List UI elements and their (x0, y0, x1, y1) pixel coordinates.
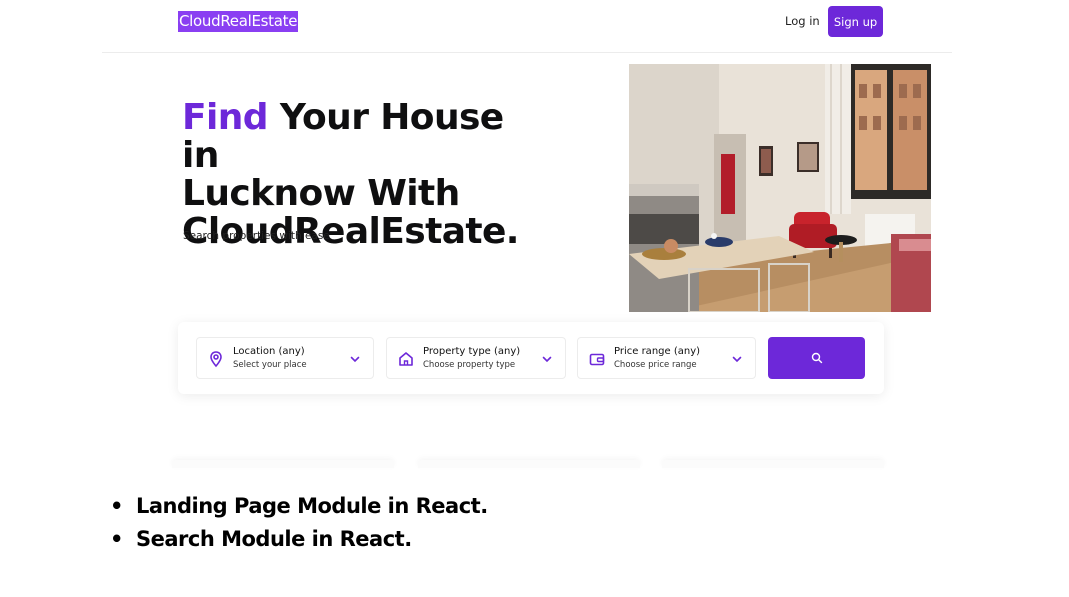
hero-title-accent: Find (182, 97, 269, 138)
bullet-text: Landing Page Module in React. (136, 494, 488, 518)
header-divider (102, 52, 952, 53)
login-link[interactable]: Log in (785, 14, 820, 28)
property-card-peek (662, 460, 884, 468)
slide-bullet-list: • Landing Page Module in React. • Search… (110, 494, 488, 560)
hero-subtitle: Search properties with ease (183, 230, 330, 242)
property-card-peek (418, 460, 640, 468)
property-type-filter-subtitle: Choose property type (423, 360, 516, 370)
chevron-down-icon (350, 356, 360, 363)
search-panel: Location (any) Select your place Propert… (178, 322, 884, 394)
home-icon (399, 352, 413, 366)
hero-title: Find Your House in Lucknow With CloudRea… (182, 99, 542, 251)
chevron-down-icon (542, 356, 552, 363)
hero-image (629, 64, 931, 312)
site-logo[interactable]: CloudRealEstate (178, 11, 299, 32)
location-filter-subtitle: Select your place (233, 360, 307, 370)
property-cards-peek (0, 460, 1069, 470)
price-range-filter-title: Price range (any) (614, 346, 701, 357)
list-item: • Search Module in React. (110, 527, 488, 560)
chevron-down-icon (732, 356, 742, 363)
bullet-text: Search Module in React. (136, 527, 412, 551)
map-pin-icon (210, 351, 222, 368)
property-card-peek (172, 460, 394, 468)
bullet-icon: • (110, 527, 123, 551)
signup-button[interactable]: Sign up (828, 6, 883, 37)
hero-title-line2: Lucknow With (182, 173, 460, 214)
property-type-filter[interactable]: Property type (any) Choose property type (386, 337, 566, 379)
wallet-icon (589, 353, 605, 366)
search-icon (811, 352, 822, 364)
list-item: • Landing Page Module in React. (110, 494, 488, 527)
location-filter-title: Location (any) (233, 346, 305, 357)
bullet-icon: • (110, 494, 123, 518)
property-type-filter-title: Property type (any) (423, 346, 521, 357)
price-range-filter[interactable]: Price range (any) Choose price range (577, 337, 756, 379)
price-range-filter-subtitle: Choose price range (614, 360, 697, 370)
search-button[interactable] (768, 337, 865, 379)
location-filter[interactable]: Location (any) Select your place (196, 337, 374, 379)
